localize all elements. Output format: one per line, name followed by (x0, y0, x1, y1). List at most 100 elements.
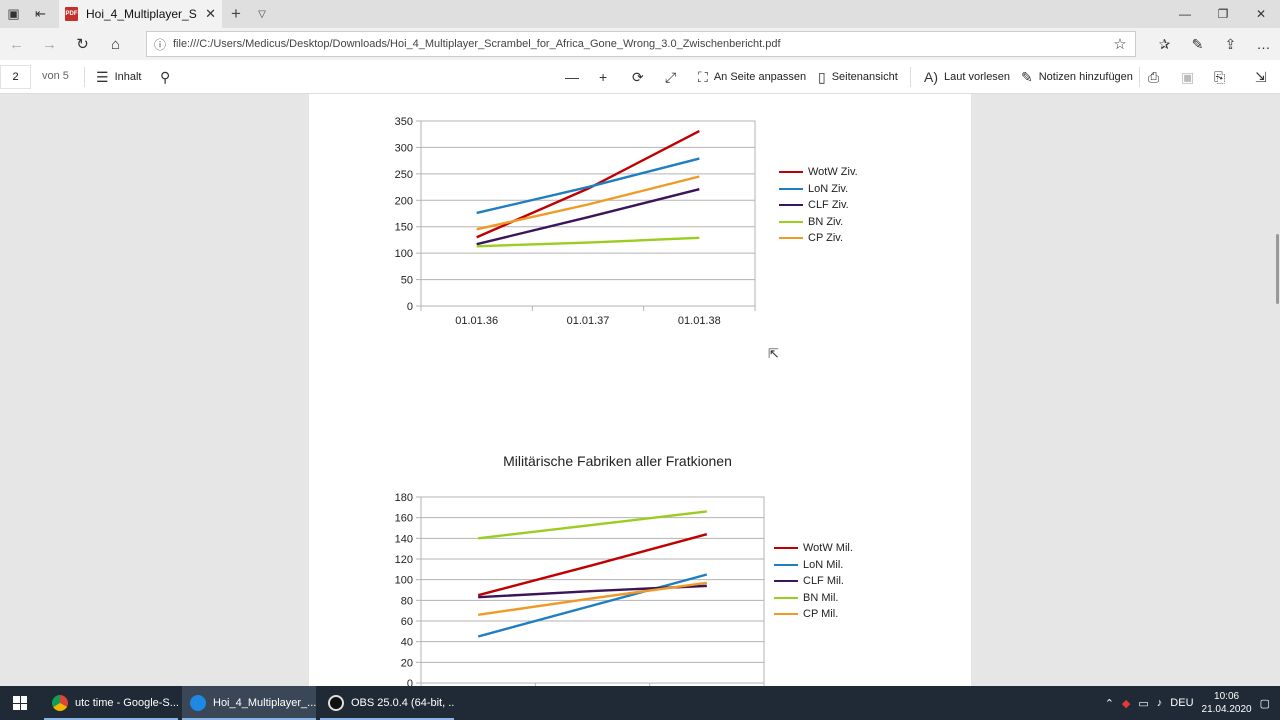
favorites-icon[interactable]: ✰ (1148, 28, 1181, 60)
back-icon[interactable]: ← (0, 28, 33, 60)
contents-button[interactable]: ☰ Inhalt (96, 60, 141, 94)
taskbar: utc time - Google-S... Hoi_4_Multiplayer… (0, 686, 1280, 720)
y-tick-label: 180 (395, 492, 413, 504)
favorite-star-icon[interactable]: ☆ (1105, 35, 1135, 53)
pin-toolbar-button[interactable]: ⇲ (1255, 60, 1267, 94)
contents-label: Inhalt (114, 71, 142, 83)
legend-entry: CLF Ziv. (779, 197, 858, 214)
legend-label: BN Mil. (803, 591, 839, 604)
page-view-label: Seitenansicht (831, 71, 898, 83)
network-icon[interactable]: ▭ (1138, 697, 1148, 710)
y-tick-label: 80 (401, 595, 413, 607)
add-notes-button[interactable]: ✎ Notizen hinzufügen (1021, 60, 1133, 94)
url-text[interactable]: file:///C:/Users/Medicus/Desktop/Downloa… (173, 38, 1105, 50)
save-button[interactable]: ▣ (1181, 60, 1194, 94)
legend-civil: WotW Ziv. LoN Ziv. CLF Ziv. BN Ziv. CP Ziv. (779, 164, 858, 247)
add-notes-label: Notizen hinzufügen (1038, 71, 1133, 83)
legend-swatch (774, 580, 798, 583)
refresh-icon[interactable]: ↻ (66, 28, 99, 60)
pen-icon: ✎ (1021, 68, 1033, 85)
notifications-icon[interactable]: ▢ (1260, 697, 1270, 710)
y-tick-label: 60 (401, 616, 413, 628)
y-tick-label: 0 (407, 678, 413, 686)
page-number-input[interactable]: 2 (0, 65, 31, 89)
page-view-button[interactable]: ▯ Seitenansicht (818, 60, 898, 94)
set-aside-tabs-icon[interactable]: ⇤ (27, 0, 54, 28)
close-window-icon[interactable]: ✕ (1242, 0, 1280, 28)
legend-label: BN Ziv. (808, 215, 844, 228)
pen-icon[interactable]: ✎ (1181, 28, 1214, 60)
antivirus-icon[interactable]: ◆ (1122, 697, 1130, 710)
volume-icon[interactable]: ♪ (1157, 697, 1163, 709)
share-icon[interactable]: ⇪ (1214, 28, 1247, 60)
tab-groups-icon[interactable]: ▣ (0, 0, 27, 28)
y-tick-label: 150 (395, 222, 413, 234)
y-tick-label: 300 (395, 142, 413, 154)
fit-page-button[interactable]: ⛶ An Seite anpassen (698, 60, 806, 94)
home-icon[interactable]: ⌂ (99, 28, 132, 60)
zoom-out-button[interactable]: — (565, 60, 579, 94)
y-tick-label: 100 (395, 248, 413, 260)
legend-entry: CP Mil. (774, 606, 853, 623)
y-tick-label: 0 (407, 301, 413, 313)
window-controls: — ❐ ✕ (1166, 0, 1280, 28)
maximize-icon[interactable]: ❐ (1204, 0, 1242, 28)
chevron-down-icon[interactable]: ▽ (250, 0, 274, 28)
legend-entry: BN Mil. (774, 590, 853, 607)
divider (84, 67, 85, 87)
url-field[interactable]: ⓘ file:///C:/Users/Medicus/Desktop/Downl… (146, 31, 1136, 57)
y-tick-label: 50 (401, 275, 413, 287)
fit-page-icon: ⛶ (698, 68, 708, 85)
system-tray: ⌃ ◆ ▭ ♪ DEU 10:06 21.04.2020 ▢ (1105, 686, 1280, 720)
search-button[interactable]: ⚲ (160, 60, 170, 94)
y-tick-label: 250 (395, 169, 413, 181)
tab-pdf[interactable]: PDF Hoi_4_Multiplayer_Scrar ✕ (59, 0, 222, 28)
legend-label: WotW Ziv. (808, 166, 858, 179)
y-tick-label: 40 (401, 637, 413, 649)
pdf-icon: PDF (65, 7, 78, 21)
info-icon[interactable]: ⓘ (147, 36, 173, 53)
plot-area (420, 120, 756, 307)
divider (910, 67, 911, 87)
taskbar-item-obs[interactable]: OBS 25.0.4 (64-bit, ... (320, 686, 454, 720)
legend-swatch (774, 596, 798, 599)
clock[interactable]: 10:06 21.04.2020 (1202, 690, 1252, 716)
mouse-cursor-icon: ⇱ (768, 346, 779, 361)
rotate-button[interactable]: ⟳ (632, 60, 644, 94)
taskbar-item-edge[interactable]: Hoi_4_Multiplayer_... (182, 686, 316, 720)
minus-icon: — (565, 69, 579, 85)
y-tick-label: 20 (401, 657, 413, 669)
legend-label: CLF Ziv. (808, 199, 849, 212)
pdf-page: 0 50 100 150 200 250 300 350 01.01.36 01.01.37 01.… (309, 94, 971, 686)
fullscreen-button[interactable]: ⤢ (665, 60, 676, 94)
legend-swatch (779, 237, 803, 240)
close-tab-icon[interactable]: ✕ (205, 6, 216, 22)
legend-military: WotW Mil. LoN Mil. CLF Mil. BN Mil. CP Mil. (774, 540, 853, 623)
scrollbar-thumb[interactable] (1276, 234, 1279, 304)
pdf-toolbar: 2 von 5 ☰ Inhalt ⚲ — + ⟳ ⤢ ⛶ An Seite an… (0, 60, 1280, 94)
more-icon[interactable]: … (1247, 28, 1280, 60)
minimize-icon[interactable]: — (1166, 0, 1204, 28)
legend-swatch (774, 547, 798, 550)
taskbar-item-chrome[interactable]: utc time - Google-S... (44, 686, 178, 720)
tab-title: Hoi_4_Multiplayer_Scrar (86, 7, 197, 21)
zoom-in-button[interactable]: + (599, 60, 607, 94)
legend-entry: LoN Ziv. (779, 181, 858, 198)
print-button[interactable]: ⎙ (1148, 60, 1159, 94)
legend-swatch (779, 204, 803, 207)
read-aloud-button[interactable]: A) Laut vorlesen (924, 60, 1010, 94)
legend-swatch (779, 171, 803, 174)
save-as-button[interactable]: ⎘ (1214, 60, 1225, 94)
tab-bar: ▣ ⇤ PDF Hoi_4_Multiplayer_Scrar ✕ + ▽ — … (0, 0, 1280, 28)
start-button[interactable] (0, 686, 40, 720)
legend-swatch (774, 563, 798, 566)
language-indicator[interactable]: DEU (1170, 697, 1193, 709)
chevron-up-icon[interactable]: ⌃ (1105, 697, 1114, 710)
taskbar-item-label: utc time - Google-S... (75, 697, 178, 709)
forward-icon[interactable]: → (33, 28, 66, 60)
plus-icon: + (599, 69, 608, 85)
divider (1139, 67, 1140, 87)
clock-time: 10:06 (1214, 691, 1240, 702)
new-tab-icon[interactable]: + (222, 0, 250, 28)
pdf-viewer[interactable]: 0 50 100 150 200 250 300 350 01.01.36 01.01.37 01.… (0, 94, 1280, 686)
